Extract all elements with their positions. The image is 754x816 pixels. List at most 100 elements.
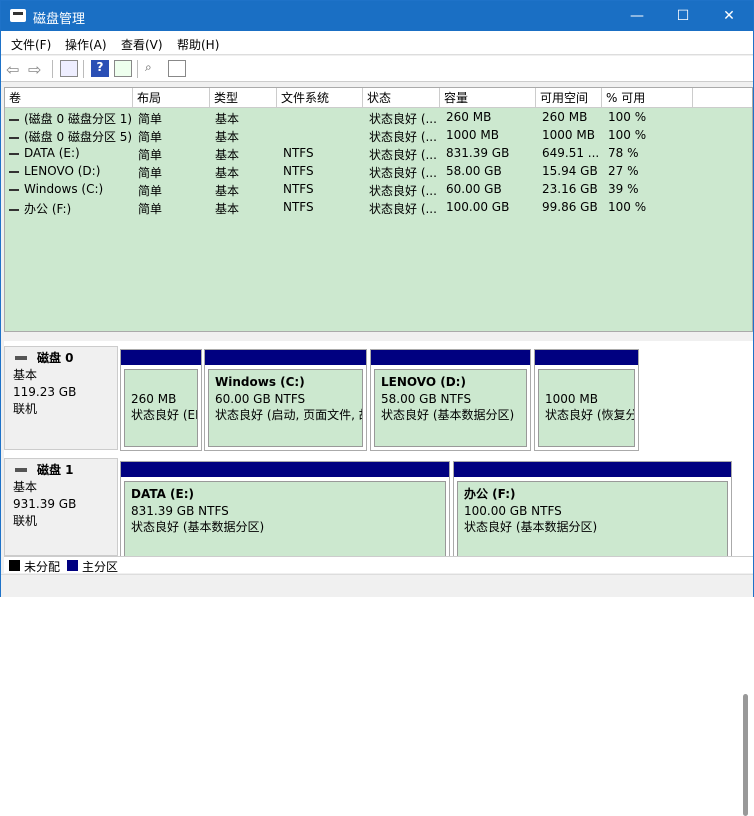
disk-graphical-view: 磁盘 0 基本 119.23 GB 联机 260 MB 状态良好 (EFI 系统… [4, 341, 753, 816]
cell-pct: 100 % [608, 200, 688, 214]
menu-bar: 文件(F) 操作(A) 查看(V) 帮助(H) [1, 31, 753, 55]
cell-fs: NTFS [283, 146, 361, 160]
partition-size: 58.00 GB NTFS [381, 391, 472, 406]
show-hide-console-tree-icon[interactable] [60, 60, 78, 77]
cell-capacity: 260 MB [446, 110, 534, 124]
cell-status: 状态良好 (... [369, 146, 441, 163]
menu-action[interactable]: 操作(A) [65, 36, 107, 53]
cell-text: 260 MB [542, 110, 588, 124]
cell-text: 基本 [215, 202, 240, 216]
disk-state: 联机 [13, 402, 38, 416]
volume-row[interactable]: Windows (C:) 简单 基本 NTFS 状态良好 (... 60.00 GB 23.… [5, 180, 752, 198]
cell-name: DATA (E:) [9, 146, 133, 160]
col-free-space[interactable]: 可用空间 [536, 88, 602, 108]
volume-row[interactable]: (磁盘 0 磁盘分区 5) 简单 基本 状态良好 (... 1000 MB 1000 MB… [5, 126, 752, 144]
partition-block[interactable]: LENOVO (D:) 58.00 GB NTFS 状态良好 (基本数据分区) [370, 349, 531, 451]
cell-text: (磁盘 0 磁盘分区 1) [24, 112, 133, 126]
cell-name: Windows (C:) [9, 182, 133, 196]
cell-capacity: 1000 MB [446, 128, 534, 142]
partition-size: 60.00 GB NTFS [215, 391, 306, 406]
connect-disk-icon[interactable]: ⌕ [145, 60, 163, 77]
cell-free: 260 MB [542, 110, 602, 124]
volume-icon [9, 152, 19, 155]
cell-layout: 简单 [138, 182, 208, 199]
partition-size: 1000 MB [545, 391, 598, 406]
cell-text: 状态良好 (... [369, 112, 437, 126]
volume-list-header: 卷 布局 类型 文件系统 状态 容量 可用空间 % 可用 [5, 88, 752, 108]
partition-status: 状态良好 (启动, 页面文件, 故障转储, 基本数据分区) [215, 408, 362, 422]
volume-icon [9, 170, 19, 173]
partition-block[interactable]: 260 MB 状态良好 (EFI 系统分区) [120, 349, 202, 451]
partition-detail: 办公 (F:) 100.00 GB NTFS 状态良好 (基本数据分区) [457, 481, 728, 559]
cell-text: NTFS [283, 146, 314, 160]
col-percent-free[interactable]: % 可用 [602, 88, 693, 108]
cell-pct: 78 % [608, 146, 688, 160]
cell-text: 58.00 GB [446, 164, 502, 178]
cell-fs: NTFS [283, 182, 361, 196]
cell-text: 状态良好 (... [369, 166, 437, 180]
help-icon[interactable]: ? [91, 60, 109, 77]
cell-text: 260 MB [446, 110, 492, 124]
show-hide-action-pane-icon[interactable] [114, 60, 132, 77]
cell-status: 状态良好 (... [369, 128, 441, 145]
menu-file[interactable]: 文件(F) [11, 36, 51, 53]
menu-view[interactable]: 查看(V) [121, 36, 163, 53]
partition-detail: LENOVO (D:) 58.00 GB NTFS 状态良好 (基本数据分区) [374, 369, 527, 447]
partition-block[interactable]: Windows (C:) 60.00 GB NTFS 状态良好 (启动, 页面文… [204, 349, 367, 451]
cell-pct: 27 % [608, 164, 688, 178]
col-capacity[interactable]: 容量 [440, 88, 536, 108]
partition-status: 状态良好 (基本数据分区) [381, 408, 515, 422]
primary-partition-bar [535, 350, 638, 365]
minimize-button[interactable]: — [614, 1, 660, 31]
partition-block[interactable]: 办公 (F:) 100.00 GB NTFS 状态良好 (基本数据分区) [453, 461, 732, 563]
disk-management-window: 磁盘管理 — ☐ ✕ 文件(F) 操作(A) 查看(V) 帮助(H) ⇦ ⇨ ?… [0, 0, 754, 816]
cell-text: 99.86 GB [542, 200, 598, 214]
cell-layout: 简单 [138, 164, 208, 181]
cell-status: 状态良好 (... [369, 200, 441, 217]
partition-block[interactable]: 1000 MB 状态良好 (恢复分区) [534, 349, 639, 451]
unallocated-swatch [9, 560, 20, 571]
partition-detail: 1000 MB 状态良好 (恢复分区) [538, 369, 635, 447]
volume-row[interactable]: DATA (E:) 简单 基本 NTFS 状态良好 (... 831.39 GB 649.5… [5, 144, 752, 162]
vertical-scrollbar[interactable] [743, 694, 748, 816]
cell-pct: 100 % [608, 128, 688, 142]
col-type[interactable]: 类型 [210, 88, 277, 108]
disk-label-panel[interactable]: 磁盘 1 基本 931.39 GB 联机 [4, 458, 118, 556]
properties-icon[interactable] [168, 60, 186, 77]
cell-text: 基本 [215, 184, 240, 198]
volume-row[interactable]: 办公 (F:) 简单 基本 NTFS 状态良好 (... 100.00 GB 99.86 G… [5, 198, 752, 216]
disk-label-panel[interactable]: 磁盘 0 基本 119.23 GB 联机 [4, 346, 118, 450]
cell-layout: 简单 [138, 200, 208, 217]
col-status[interactable]: 状态 [363, 88, 440, 108]
partition-status: 状态良好 (基本数据分区) [131, 520, 265, 534]
volume-row[interactable]: LENOVO (D:) 简单 基本 NTFS 状态良好 (... 58.00 GB 15.9… [5, 162, 752, 180]
status-bar [1, 574, 753, 597]
cell-type: 基本 [215, 128, 275, 145]
volume-row[interactable]: (磁盘 0 磁盘分区 1) 简单 基本 状态良好 (... 260 MB 260 MB 10… [5, 108, 752, 126]
cell-name: (磁盘 0 磁盘分区 5) [9, 128, 133, 145]
disk-app-icon [10, 9, 26, 22]
partition-status: 状态良好 (基本数据分区) [464, 520, 598, 534]
cell-text: 649.51 ... [542, 146, 600, 160]
partition-size: 100.00 GB NTFS [464, 503, 562, 518]
col-filesystem[interactable]: 文件系统 [277, 88, 363, 108]
cell-text: Windows (C:) [24, 182, 104, 196]
cell-text: 简单 [138, 112, 163, 126]
col-volume[interactable]: 卷 [5, 88, 133, 108]
cell-pct: 39 % [608, 182, 688, 196]
menu-help[interactable]: 帮助(H) [177, 36, 219, 53]
back-arrow-icon[interactable]: ⇦ [6, 60, 24, 79]
cell-text: 831.39 GB [446, 146, 510, 160]
cell-type: 基本 [215, 146, 275, 163]
disk-size: 119.23 GB [13, 385, 77, 399]
primary-partition-bar [371, 350, 530, 365]
partition-size: 831.39 GB NTFS [131, 503, 229, 518]
maximize-button[interactable]: ☐ [660, 1, 706, 31]
close-button[interactable]: ✕ [706, 1, 752, 31]
cell-text: 23.16 GB [542, 182, 598, 196]
col-layout[interactable]: 布局 [133, 88, 210, 108]
partition-block[interactable]: DATA (E:) 831.39 GB NTFS 状态良好 (基本数据分区) [120, 461, 450, 563]
primary-partition-bar [121, 462, 449, 477]
cell-text: (磁盘 0 磁盘分区 5) [24, 130, 133, 144]
forward-arrow-icon[interactable]: ⇨ [28, 60, 46, 79]
